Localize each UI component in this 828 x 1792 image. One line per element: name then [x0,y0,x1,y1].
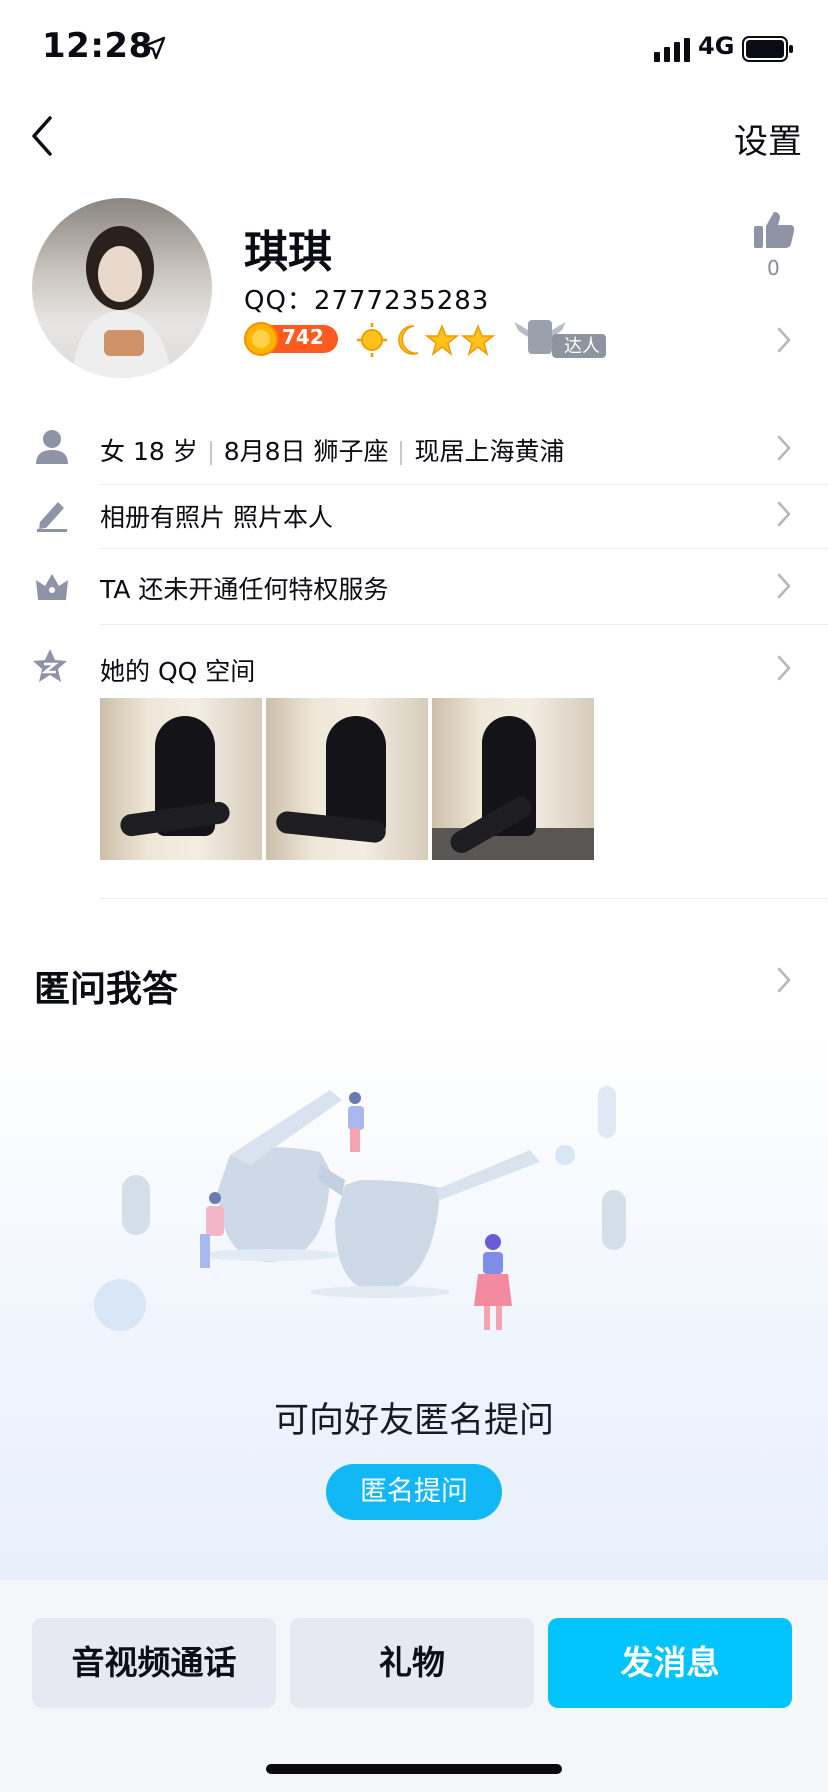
privilege-row-text[interactable]: TA 还未开通任何特权服务 [100,570,388,606]
crown-icon [36,574,68,600]
battery-icon [742,36,793,62]
birthday: 8月8日 狮子座 [223,437,389,466]
chevron-right-icon[interactable] [776,500,792,528]
chevron-right-icon[interactable] [776,654,792,682]
status-time: 12:28 [42,26,153,66]
divider [100,548,828,549]
person-figure [348,1092,364,1152]
star-level-icon [424,323,460,356]
thumb-up-icon[interactable] [752,210,796,250]
sunglasses-illustration [94,1086,626,1331]
avatar-portrait [72,226,172,378]
location: 现居上海黄浦 [414,437,565,466]
pencil-icon [37,502,67,532]
info-row-basic[interactable]: 女 18 岁 8月8日 狮子座 现居上海黄浦 [100,432,565,468]
location-arrow-icon [142,36,166,60]
signal-icon [654,38,690,62]
talent-badge-label: 达人 [564,336,600,357]
anon-ask-button[interactable]: 匿名提问 [326,1464,502,1520]
level-icons[interactable] [356,320,496,360]
moon-level-icon [398,325,419,355]
qzone-photo[interactable] [432,698,594,860]
chevron-right-icon[interactable] [776,572,792,600]
like-count: 0 [767,256,780,280]
anon-qa-title: 匿问我答 [34,969,179,1010]
coin-value: 742 [282,325,324,349]
av-call-button[interactable]: 音视频通话 [32,1618,276,1708]
gift-button[interactable]: 礼物 [290,1618,534,1708]
profile-qq-number: QQ：2777235283 [244,286,490,316]
star-level-icon [460,323,496,356]
divider [100,898,828,899]
qzone-star-icon [33,649,67,682]
network-type: 4G [698,32,735,60]
chevron-right-icon[interactable] [776,326,792,354]
anon-qa-prompt: 可向好友匿名提问 [273,1401,554,1441]
back-chevron-icon[interactable] [28,114,58,158]
person-icon [36,430,68,464]
profile-nickname: 琪琪 [244,227,332,278]
separator [400,441,403,465]
sun-level-icon [357,323,387,357]
avatar[interactable] [32,198,212,378]
settings-button[interactable]: 设置 [734,114,802,163]
home-indicator[interactable] [266,1764,562,1774]
qzone-photo[interactable] [266,698,428,860]
chevron-right-icon[interactable] [776,434,792,462]
chevron-right-icon[interactable] [776,966,792,994]
send-message-button[interactable]: 发消息 [548,1618,792,1708]
divider [100,624,828,625]
person-figure [474,1234,512,1330]
divider [100,484,828,485]
qzone-photo[interactable] [100,698,262,860]
separator [209,441,212,465]
qzone-row-text[interactable]: 她的 QQ 空间 [100,652,255,688]
gender-age: 女 18 岁 [100,437,198,466]
album-row-text[interactable]: 相册有照片 照片本人 [100,498,333,534]
